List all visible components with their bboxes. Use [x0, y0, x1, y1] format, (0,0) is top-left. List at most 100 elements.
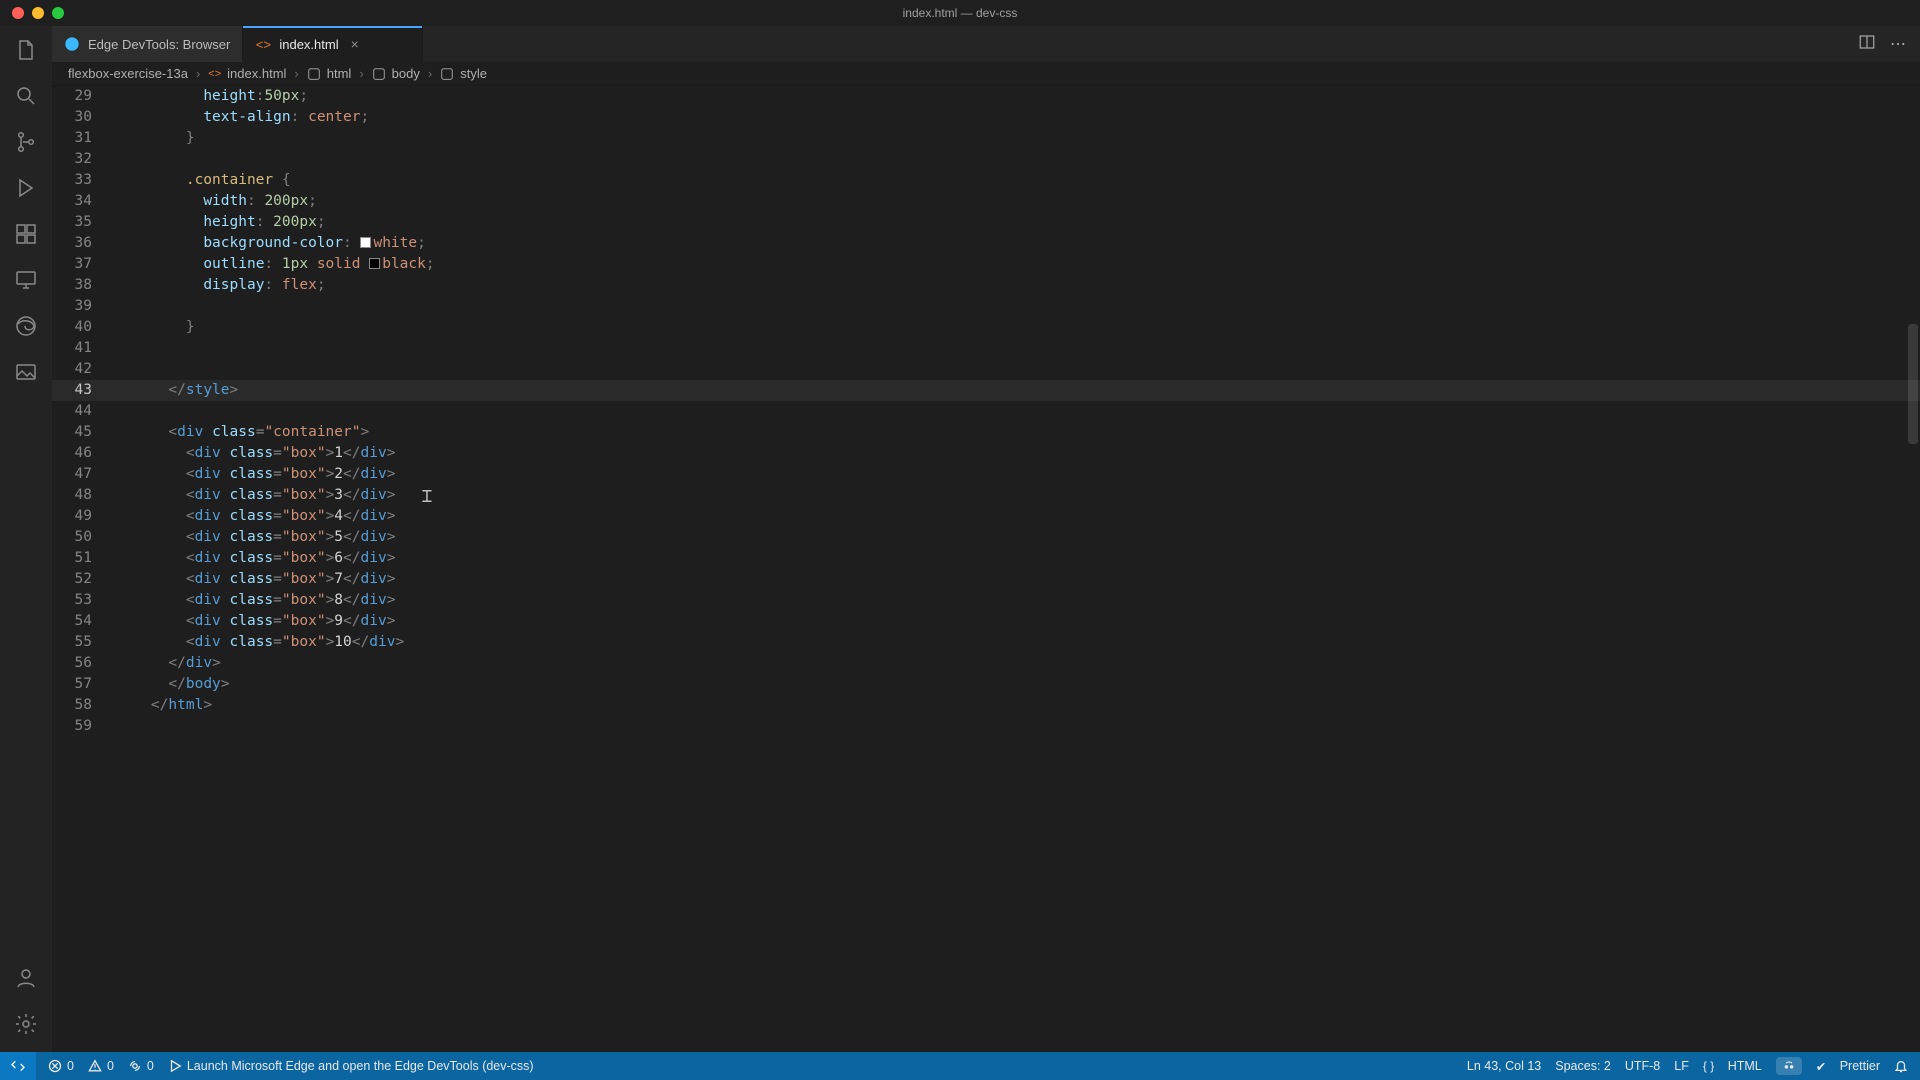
code-content[interactable]: </style> [116, 380, 1920, 401]
status-language[interactable]: { } HTML [1703, 1059, 1762, 1073]
crumb-html[interactable]: html [307, 66, 352, 81]
status-cursor-position[interactable]: Ln 43, Col 13 [1467, 1059, 1541, 1073]
crumb-style[interactable]: style [440, 66, 487, 81]
code-line[interactable]: 36 background-color: white; [52, 233, 1920, 254]
more-actions-icon[interactable]: ⋯ [1890, 34, 1906, 54]
code-content[interactable]: .container { [116, 170, 1920, 191]
code-content[interactable]: <div class="box">10</div> [116, 632, 1920, 653]
code-line[interactable]: 57 </body> [52, 674, 1920, 695]
window-zoom-button[interactable] [52, 7, 64, 19]
tab-index-html[interactable]: <> index.html × [243, 26, 423, 62]
remote-indicator[interactable] [0, 1052, 36, 1080]
code-line[interactable]: 49 <div class="box">4</div> [52, 506, 1920, 527]
status-copilot[interactable] [1776, 1057, 1802, 1075]
code-content[interactable]: height: 200px; [116, 212, 1920, 233]
code-line[interactable]: 45 <div class="container"> [52, 422, 1920, 443]
window-minimize-button[interactable] [32, 7, 44, 19]
tab-edge-devtools[interactable]: Edge DevTools: Browser [52, 26, 243, 62]
crumb-body[interactable]: body [372, 66, 420, 81]
code-content[interactable]: <div class="box">9</div> [116, 611, 1920, 632]
code-content[interactable]: display: flex; [116, 275, 1920, 296]
code-content[interactable]: <div class="box">8</div> [116, 590, 1920, 611]
code-line[interactable]: 30 text-align: center; [52, 107, 1920, 128]
code-line[interactable]: 47 <div class="box">2</div> [52, 464, 1920, 485]
code-content[interactable]: background-color: white; [116, 233, 1920, 254]
remote-explorer-icon[interactable] [12, 266, 40, 294]
code-line[interactable]: 59 [52, 716, 1920, 737]
code-content[interactable]: } [116, 317, 1920, 338]
edge-tools-icon[interactable] [12, 312, 40, 340]
code-line[interactable]: 46 <div class="box">1</div> [52, 443, 1920, 464]
status-warnings[interactable]: 0 [88, 1059, 114, 1073]
code-content[interactable] [116, 296, 1920, 317]
scrollbar-thumb[interactable] [1908, 324, 1918, 444]
code-content[interactable]: <div class="box">5</div> [116, 527, 1920, 548]
code-line[interactable]: 48 <div class="box">3</div> [52, 485, 1920, 506]
code-content[interactable]: <div class="box">2</div> [116, 464, 1920, 485]
code-line[interactable]: 51 <div class="box">6</div> [52, 548, 1920, 569]
code-content[interactable] [116, 401, 1920, 422]
code-content[interactable] [116, 359, 1920, 380]
code-content[interactable]: </div> [116, 653, 1920, 674]
code-content[interactable] [116, 716, 1920, 737]
settings-gear-icon[interactable] [12, 1010, 40, 1038]
code-content[interactable]: height:50px; [116, 86, 1920, 107]
code-line[interactable]: 32 [52, 149, 1920, 170]
code-line[interactable]: 35 height: 200px; [52, 212, 1920, 233]
code-line[interactable]: 41 [52, 338, 1920, 359]
code-line[interactable]: 42 [52, 359, 1920, 380]
status-encoding[interactable]: UTF-8 [1625, 1059, 1660, 1073]
accounts-icon[interactable] [12, 964, 40, 992]
code-content[interactable]: <div class="box">3</div> [116, 485, 1920, 506]
code-content[interactable] [116, 338, 1920, 359]
code-content[interactable]: } [116, 128, 1920, 149]
code-line[interactable]: 43 </style> [52, 380, 1920, 401]
code-content[interactable]: width: 200px; [116, 191, 1920, 212]
code-line[interactable]: 52 <div class="box">7</div> [52, 569, 1920, 590]
status-errors[interactable]: 0 [48, 1059, 74, 1073]
code-line[interactable]: 53 <div class="box">8</div> [52, 590, 1920, 611]
breadcrumb[interactable]: flexbox-exercise-13a › <>index.html › ht… [52, 62, 1920, 86]
code-content[interactable]: <div class="container"> [116, 422, 1920, 443]
code-line[interactable]: 54 <div class="box">9</div> [52, 611, 1920, 632]
color-swatch-icon[interactable] [369, 258, 380, 269]
run-debug-icon[interactable] [12, 174, 40, 202]
code-line[interactable]: 38 display: flex; [52, 275, 1920, 296]
status-ports[interactable]: 0 [128, 1059, 154, 1073]
extensions-icon[interactable] [12, 220, 40, 248]
code-line[interactable]: 29 height:50px; [52, 86, 1920, 107]
code-content[interactable]: text-align: center; [116, 107, 1920, 128]
explorer-icon[interactable] [12, 36, 40, 64]
code-line[interactable]: 44 [52, 401, 1920, 422]
code-line[interactable]: 33 .container { [52, 170, 1920, 191]
status-notifications-icon[interactable] [1894, 1059, 1908, 1073]
crumb-folder[interactable]: flexbox-exercise-13a [68, 66, 188, 81]
code-content[interactable]: </html> [116, 695, 1920, 716]
code-line[interactable]: 31 } [52, 128, 1920, 149]
code-line[interactable]: 37 outline: 1px solid black; [52, 254, 1920, 275]
image-preview-icon[interactable] [12, 358, 40, 386]
code-line[interactable]: 56 </div> [52, 653, 1920, 674]
color-swatch-icon[interactable] [360, 237, 371, 248]
code-content[interactable]: <div class="box">7</div> [116, 569, 1920, 590]
window-close-button[interactable] [12, 7, 24, 19]
status-prettier[interactable]: ✔ Prettier [1816, 1059, 1880, 1074]
code-content[interactable]: <div class="box">4</div> [116, 506, 1920, 527]
source-control-icon[interactable] [12, 128, 40, 156]
tab-close-icon[interactable]: × [351, 36, 359, 52]
split-editor-icon[interactable] [1858, 33, 1876, 56]
code-line[interactable]: 58 </html> [52, 695, 1920, 716]
code-content[interactable]: <div class="box">6</div> [116, 548, 1920, 569]
code-content[interactable]: </body> [116, 674, 1920, 695]
code-content[interactable]: outline: 1px solid black; [116, 254, 1920, 275]
code-line[interactable]: 40 } [52, 317, 1920, 338]
code-line[interactable]: 34 width: 200px; [52, 191, 1920, 212]
crumb-file[interactable]: <>index.html [208, 66, 286, 81]
status-indentation[interactable]: Spaces: 2 [1555, 1059, 1611, 1073]
status-eol[interactable]: LF [1674, 1059, 1689, 1073]
code-line[interactable]: 55 <div class="box">10</div> [52, 632, 1920, 653]
code-content[interactable]: <div class="box">1</div> [116, 443, 1920, 464]
code-content[interactable] [116, 149, 1920, 170]
search-icon[interactable] [12, 82, 40, 110]
code-line[interactable]: 39 [52, 296, 1920, 317]
